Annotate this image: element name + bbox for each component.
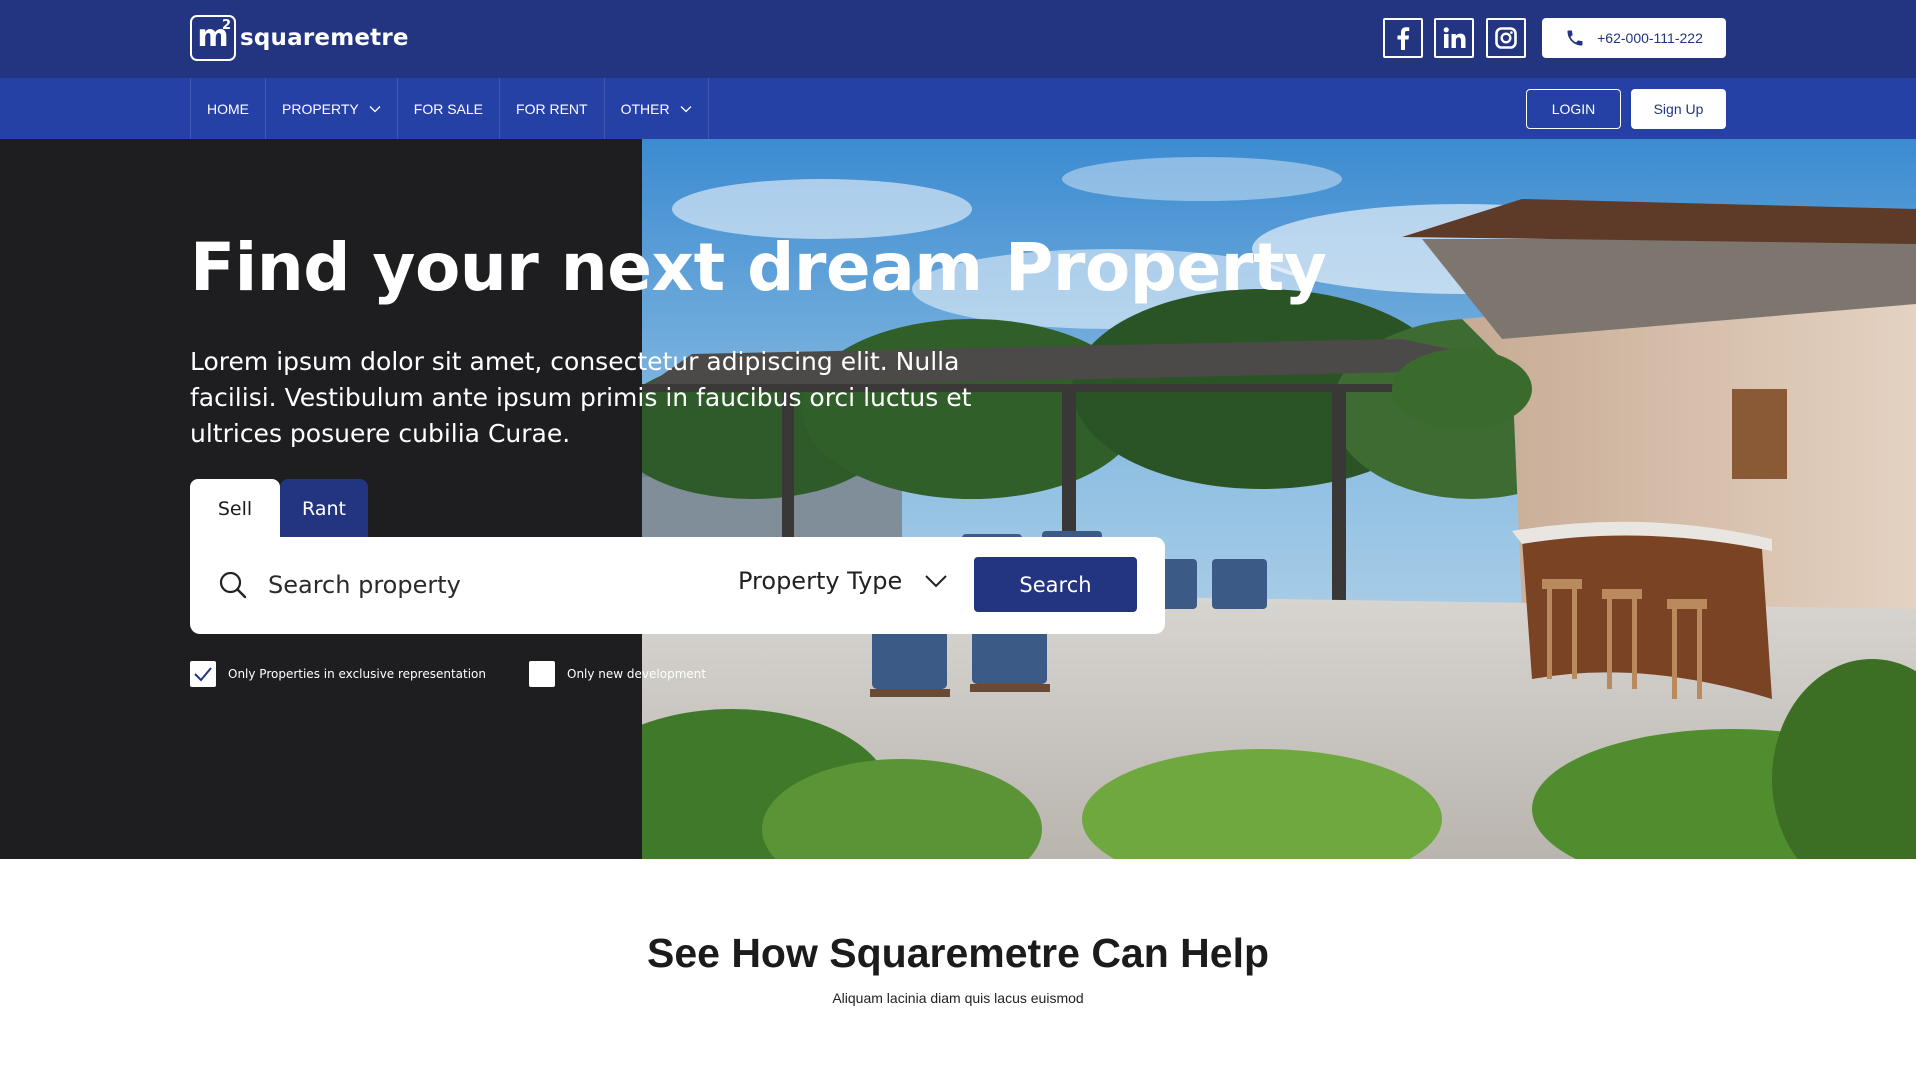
tab-sell[interactable]: Sell — [190, 479, 280, 539]
brand-name: squaremetre — [240, 25, 409, 51]
nav-item-label: HOME — [207, 100, 249, 117]
nav-bar: HOME PROPERTY FOR SALE FOR RENT OTHER LO… — [0, 78, 1916, 139]
instagram-icon — [1495, 27, 1517, 49]
checkbox-new-development[interactable]: Only new development — [529, 661, 706, 687]
hero-section: Find your next dream Property Lorem ipsu… — [0, 139, 1916, 859]
phone-icon — [1567, 30, 1583, 46]
tab-rant[interactable]: Rant — [280, 479, 368, 539]
top-bar: m2 squaremetre +62-000-111-222 — [0, 0, 1916, 78]
check-icon — [194, 667, 212, 682]
nav-item-for-sale[interactable]: FOR SALE — [398, 78, 501, 139]
checkbox-label: Only Properties in exclusive representat… — [228, 667, 487, 681]
search-input[interactable] — [268, 565, 648, 605]
logo[interactable]: m2 squaremetre — [190, 15, 409, 61]
chevron-down-icon — [680, 105, 692, 112]
instagram-link[interactable] — [1486, 18, 1526, 58]
hero-description: Lorem ipsum dolor sit amet, consectetur … — [190, 347, 972, 448]
search-panel: Property Type Search — [190, 537, 1165, 634]
linkedin-icon — [1443, 27, 1466, 48]
logo-mark: m2 — [190, 15, 236, 61]
checkbox-label: Only new development — [567, 667, 707, 681]
nav-item-other[interactable]: OTHER — [605, 78, 709, 139]
nav-item-label: OTHER — [620, 100, 670, 117]
facebook-link[interactable] — [1383, 18, 1423, 58]
property-type-label: Property Type — [738, 567, 903, 595]
login-button[interactable]: LOGIN — [1526, 89, 1621, 129]
checkbox[interactable] — [529, 661, 555, 687]
nav-item-label: FOR SALE — [413, 100, 484, 117]
checkbox-exclusive-representation[interactable]: Only Properties in exclusive representat… — [190, 661, 486, 687]
search-icon — [219, 571, 247, 599]
chevron-down-icon — [925, 575, 948, 588]
linkedin-link[interactable] — [1434, 18, 1474, 58]
phone-button[interactable]: +62-000-111-222 — [1542, 18, 1726, 58]
property-type-select[interactable]: Property Type — [738, 567, 948, 595]
search-button[interactable]: Search — [974, 557, 1137, 612]
nav-item-property[interactable]: PROPERTY — [266, 78, 398, 139]
nav-item-for-rent[interactable]: FOR RENT — [500, 78, 605, 139]
hero-title: Find your next dream Property — [190, 229, 1327, 306]
signup-button[interactable]: Sign Up — [1631, 89, 1726, 129]
phone-number: +62-000-111-222 — [1597, 30, 1703, 46]
nav-item-label: FOR RENT — [516, 100, 588, 117]
nav-item-home[interactable]: HOME — [191, 78, 266, 139]
section-subtitle: Aliquam lacinia diam quis lacus euismod — [832, 990, 1084, 1006]
logo-mark-superscript: 2 — [221, 18, 231, 33]
section-title: See How Squaremetre Can Help — [646, 930, 1270, 976]
nav-item-label: PROPERTY — [282, 100, 359, 117]
facebook-icon — [1397, 27, 1410, 50]
main-nav: HOME PROPERTY FOR SALE FOR RENT OTHER — [190, 78, 709, 139]
chevron-down-icon — [369, 105, 381, 112]
checkbox[interactable] — [190, 661, 216, 687]
